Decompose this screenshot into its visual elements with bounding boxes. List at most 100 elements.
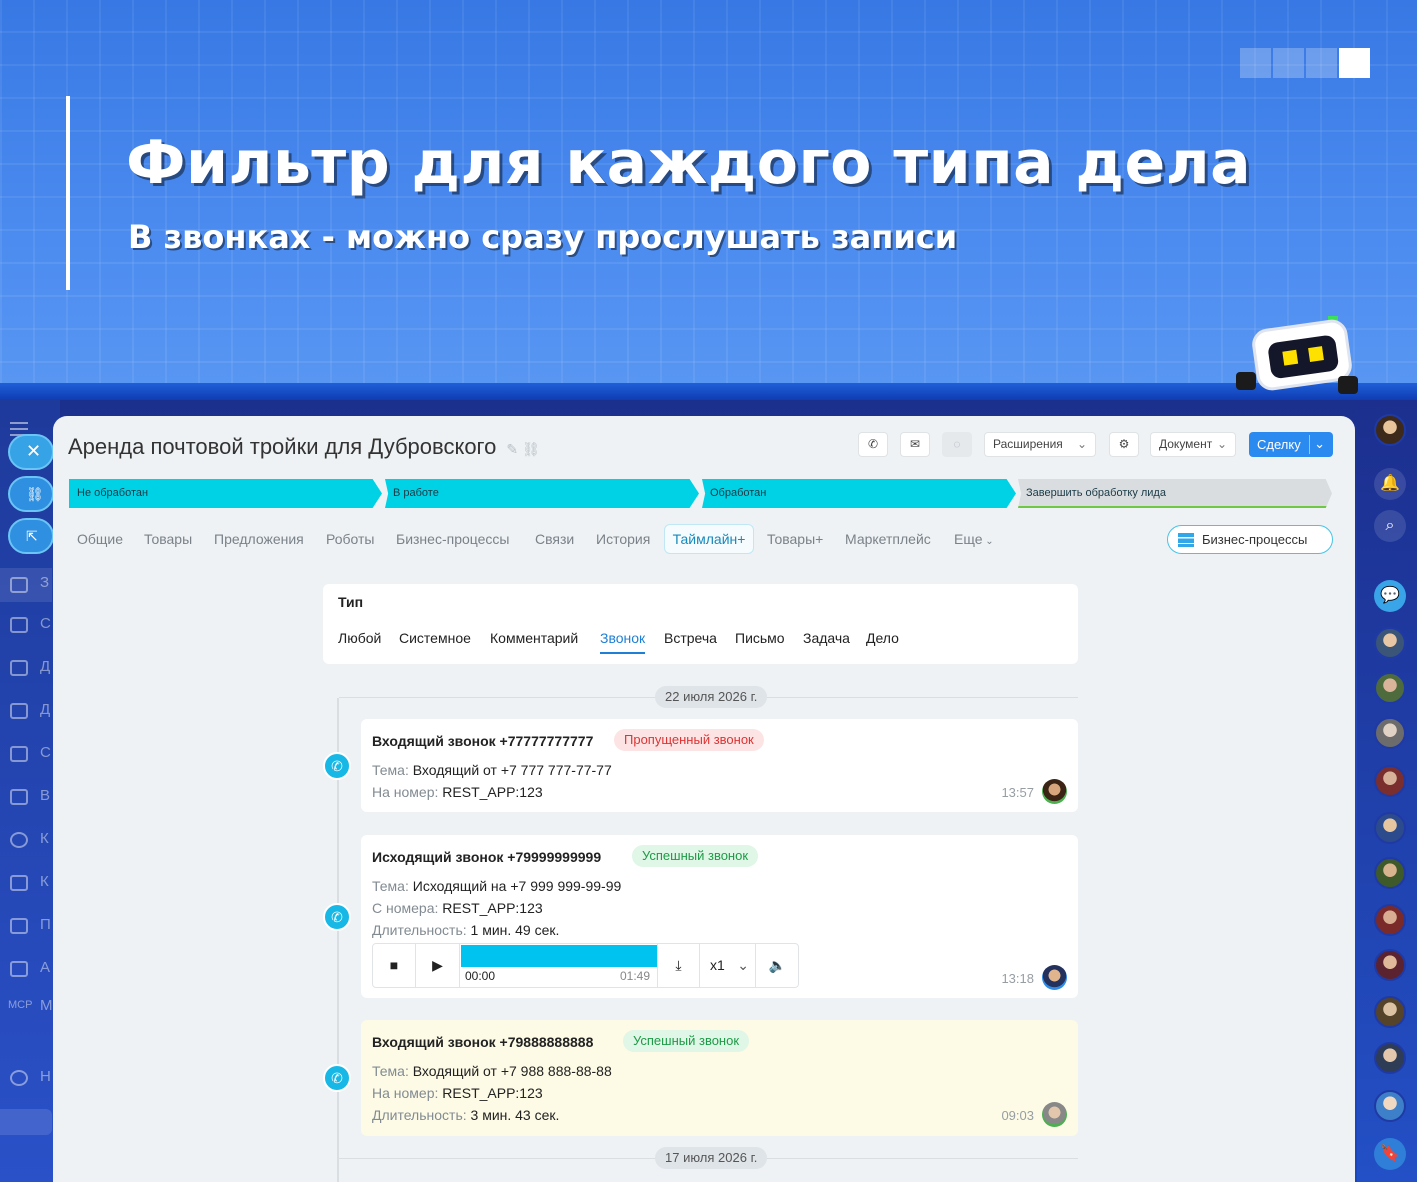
contact-avatar[interactable] xyxy=(1374,1090,1406,1122)
open-new-window-button[interactable]: ⇱ xyxy=(8,518,54,554)
tab-robots[interactable]: Роботы xyxy=(326,531,374,547)
contact-avatar[interactable] xyxy=(1374,949,1406,981)
tab-offers[interactable]: Предложения xyxy=(214,531,304,547)
download-button[interactable]: ⤓ xyxy=(657,944,700,987)
tab-general[interactable]: Общие xyxy=(77,531,123,547)
incoming-call-icon: ✆ xyxy=(323,1064,351,1092)
tab-more[interactable]: Еще ⌄ xyxy=(954,531,994,547)
filter-option-meeting[interactable]: Встреча xyxy=(664,630,717,646)
row-value: Исходящий на +7 999 999-99-99 xyxy=(412,878,622,894)
shield-icon[interactable] xyxy=(10,832,28,848)
close-slider-button[interactable]: ✕ xyxy=(8,434,54,470)
filter-option-task[interactable]: Задача xyxy=(803,630,850,646)
robot-icon[interactable] xyxy=(10,961,28,977)
stage-not-processed[interactable]: Не обработан xyxy=(69,479,382,508)
responsible-avatar[interactable] xyxy=(1042,965,1067,990)
analytics-icon[interactable] xyxy=(10,789,28,805)
chevron-down-icon: ⌄ xyxy=(982,536,994,547)
type-filter-panel: Тип Любой Системное Комментарий Звонок В… xyxy=(323,584,1078,664)
call-time: 13:18 xyxy=(1001,971,1034,986)
crm-icon[interactable] xyxy=(10,617,28,633)
pen-icon[interactable] xyxy=(10,918,28,934)
filter-option-call[interactable]: Звонок xyxy=(600,630,646,654)
stage-in-progress[interactable]: В работе xyxy=(385,479,699,508)
outgoing-call-icon: ✆ xyxy=(323,903,351,931)
play-icon: ▶ xyxy=(432,957,443,973)
copy-link-button[interactable]: ⛓ xyxy=(8,476,54,512)
extensions-dropdown[interactable]: Расширения ⌄ xyxy=(984,432,1096,457)
speed-select[interactable]: x1 ⌄ xyxy=(700,944,756,987)
menu-icon[interactable] xyxy=(10,422,28,424)
business-processes-button[interactable]: Бизнес-процессы xyxy=(1167,525,1333,554)
sidebar-item-label: М xyxy=(40,997,53,1014)
sidebar-item-label: П xyxy=(40,916,51,933)
robot-hand xyxy=(1338,376,1358,394)
contracts-icon[interactable] xyxy=(10,875,28,891)
search-chat-icon[interactable]: ⌕ xyxy=(1374,510,1406,542)
filter-option-deal[interactable]: Дело xyxy=(866,630,899,646)
player-total-time: 01:49 xyxy=(620,969,651,983)
filter-option-system[interactable]: Системное xyxy=(399,630,471,646)
email-button[interactable]: ✉ xyxy=(900,432,930,457)
filter-option-email[interactable]: Письмо xyxy=(735,630,785,646)
tasks-icon[interactable] xyxy=(10,577,28,593)
stage-processed[interactable]: Обработан xyxy=(702,479,1016,508)
document-dropdown[interactable]: Документ ⌄ xyxy=(1150,432,1236,457)
audio-progress-bar[interactable] xyxy=(461,945,657,967)
envelope-icon: ✉ xyxy=(909,437,921,451)
contact-avatar[interactable] xyxy=(1374,765,1406,797)
create-deal-button[interactable]: Сделку ⌄ xyxy=(1249,432,1333,457)
tab-history[interactable]: История xyxy=(596,531,650,547)
stage-finish-lead[interactable]: Завершить обработку лида xyxy=(1018,479,1332,508)
calendar-icon[interactable] xyxy=(10,746,28,762)
sidebar-item-label: С xyxy=(40,744,51,761)
tab-timeline-plus[interactable]: Таймлайн+ xyxy=(664,524,754,554)
row-key: На номер: xyxy=(372,1085,439,1101)
tab-business-processes[interactable]: Бизнес-процессы xyxy=(396,531,509,547)
sidebar-item-label: К xyxy=(40,873,49,890)
mcp-label[interactable]: MCP xyxy=(8,999,32,1011)
settings-icon[interactable] xyxy=(10,1070,28,1086)
board-icon[interactable] xyxy=(10,703,28,719)
date-separator: 17 июля 2026 г. xyxy=(655,1147,768,1169)
audio-player: ■ ▶ 00:00 01:49 ⤓ x1 ⌄ 🔈 xyxy=(372,943,799,988)
call-button[interactable]: ✆ xyxy=(858,432,888,457)
contact-avatar[interactable] xyxy=(1374,996,1406,1028)
banner-title: Фильтр для каждого типа дела xyxy=(126,128,1252,198)
responsible-avatar[interactable] xyxy=(1042,779,1067,804)
contact-avatar[interactable] xyxy=(1374,672,1406,704)
docs-icon[interactable] xyxy=(10,660,28,676)
contact-avatar[interactable] xyxy=(1374,1042,1406,1074)
tab-marketplace[interactable]: Маркетплейс xyxy=(845,531,931,547)
contact-avatar[interactable] xyxy=(1374,717,1406,749)
bookmark-icon[interactable]: 🔖 xyxy=(1374,1138,1406,1170)
sidebar-item-label: С xyxy=(40,615,51,632)
tab-products[interactable]: Товары xyxy=(144,531,192,547)
contact-avatar[interactable] xyxy=(1374,904,1406,936)
play-button[interactable]: ▶ xyxy=(416,944,460,987)
contact-avatar[interactable] xyxy=(1374,812,1406,844)
timeline-item-call[interactable]: Входящий звонок +77777777777 Пропущенный… xyxy=(361,719,1078,812)
stop-button[interactable]: ■ xyxy=(373,944,416,987)
link-icon[interactable]: ⛓ xyxy=(522,441,540,457)
contact-avatar[interactable] xyxy=(1374,627,1406,659)
settings-button[interactable]: ⚙ xyxy=(1109,432,1139,457)
stop-icon: ■ xyxy=(389,957,399,973)
tab-products-plus[interactable]: Товары+ xyxy=(767,531,823,547)
timeline-item-call[interactable]: Входящий звонок +79888888888 Успешный зв… xyxy=(361,1020,1078,1136)
bell-icon[interactable]: 🔔 xyxy=(1374,468,1406,500)
volume-button[interactable]: 🔈 xyxy=(756,944,799,987)
chat-icon[interactable]: 💬 xyxy=(1374,580,1406,612)
deal-title-text: Аренда почтовой тройки для Дубровского xyxy=(68,434,497,459)
edit-pencil-icon[interactable]: ✎ xyxy=(506,441,518,457)
responsible-avatar[interactable] xyxy=(1042,1102,1067,1127)
contact-avatar[interactable] xyxy=(1374,857,1406,889)
filter-option-comment[interactable]: Комментарий xyxy=(490,630,578,646)
timeline-item-call[interactable]: Исходящий звонок +79999999999 Успешный з… xyxy=(361,835,1078,998)
call-topic-row: Тема: Входящий от +7 988 888-88-88 xyxy=(372,1063,612,1079)
user-avatar[interactable] xyxy=(1374,414,1406,446)
tab-links[interactable]: Связи xyxy=(535,531,574,547)
incoming-call-icon: ✆ xyxy=(323,752,351,780)
chat-button[interactable]: ◌ xyxy=(942,432,972,457)
filter-option-any[interactable]: Любой xyxy=(338,630,381,646)
